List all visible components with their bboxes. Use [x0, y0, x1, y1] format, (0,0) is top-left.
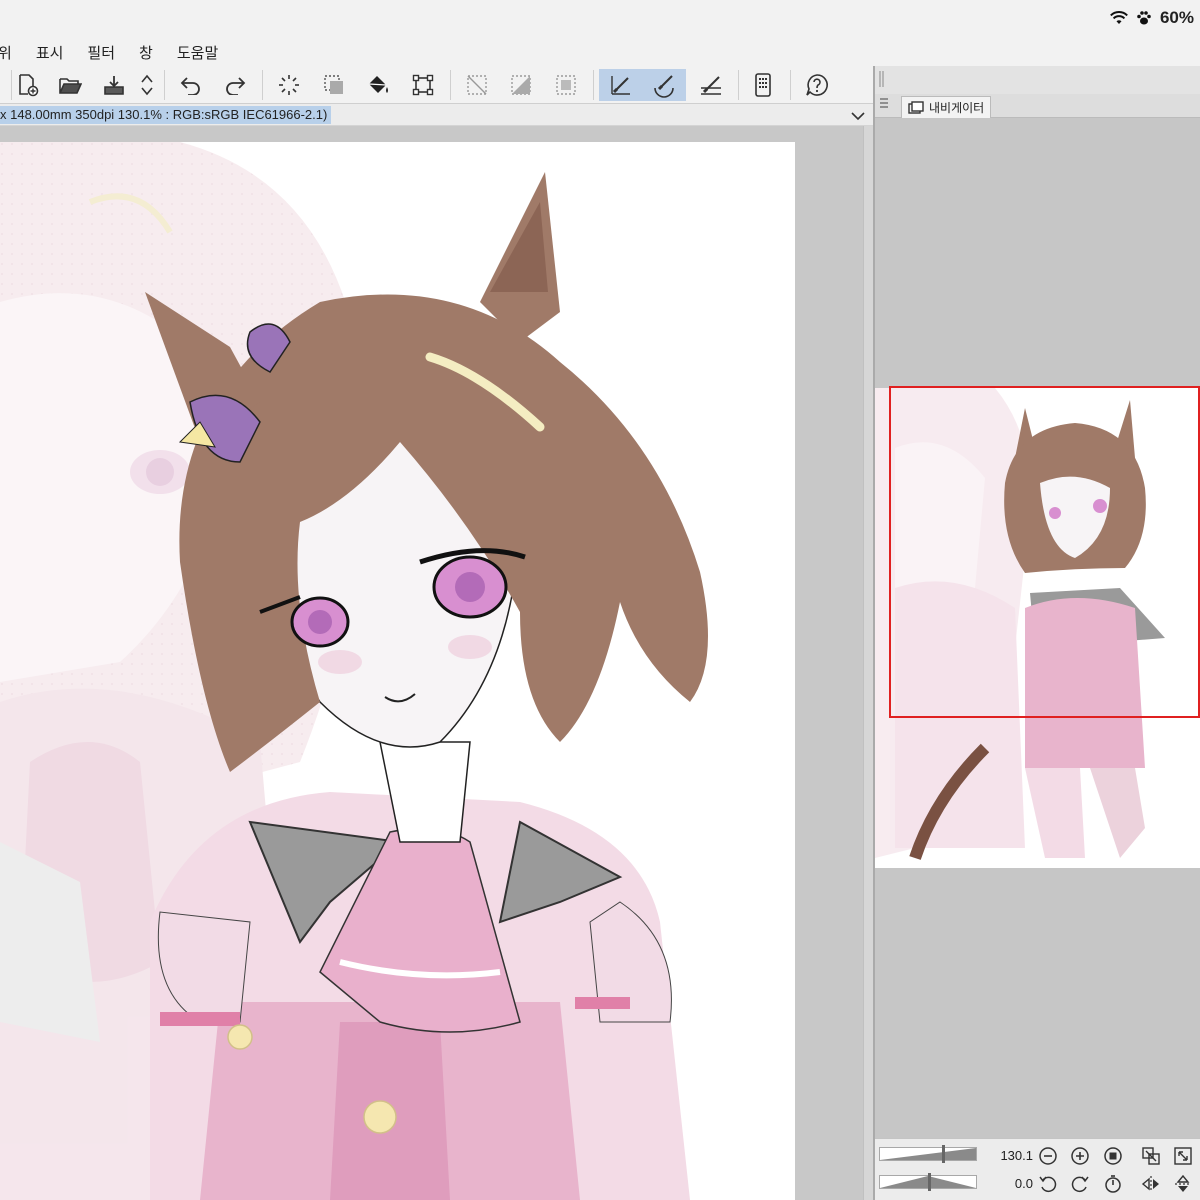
illustration: [0, 142, 708, 1200]
navigator-panel: [875, 118, 1200, 1138]
menu-bar: 위 표시 필터 창 도움말: [0, 38, 1200, 66]
smartphone-button[interactable]: [746, 69, 780, 101]
zoom-value[interactable]: 130.1: [999, 1148, 1033, 1163]
redo-button[interactable]: [218, 69, 252, 101]
snap-to-perspective-button[interactable]: [694, 69, 728, 101]
toolbar-separator: [164, 70, 165, 100]
zoom-in-button[interactable]: [1069, 1145, 1091, 1167]
open-folder-icon: [59, 78, 82, 94]
scroll-arrows-button[interactable]: [130, 69, 164, 101]
document-info-bar: x 148.00mm 350dpi 130.1% : RGB:sRGB IEC6…: [0, 104, 873, 126]
save-button[interactable]: [97, 69, 131, 101]
deselect-icon: [279, 75, 299, 95]
scroll-arrows-icon: [141, 74, 153, 96]
undo-icon: [180, 77, 200, 95]
fill-selection-button[interactable]: [549, 69, 583, 101]
grip-icon[interactable]: [879, 70, 885, 93]
chevron-down-icon[interactable]: [851, 108, 865, 126]
select-area-button[interactable]: [317, 69, 351, 101]
zoom-in-icon: [1071, 1147, 1089, 1165]
rotate-right-icon: [1071, 1176, 1089, 1193]
menu-item-layer[interactable]: 위: [0, 42, 12, 63]
navigator-icon: [908, 100, 924, 114]
actual-size-button[interactable]: [1102, 1145, 1124, 1167]
zoom-out-icon: [1039, 1147, 1057, 1165]
deselect-button[interactable]: [272, 69, 306, 101]
reset-rotation-icon: [1105, 1175, 1121, 1193]
expand-diagonal-icon: [1174, 1147, 1192, 1165]
menu-item-filter[interactable]: 필터: [87, 42, 115, 63]
panel-dock-header: [875, 66, 1200, 94]
redo-icon: [226, 77, 246, 95]
save-icon: [104, 76, 124, 95]
menu-item-window[interactable]: 창: [139, 42, 153, 63]
perspective-snap-icon: [701, 76, 721, 95]
snap-to-brush-button[interactable]: [642, 69, 686, 101]
tab-navigator-label: 내비게이터: [929, 101, 985, 115]
transform-button[interactable]: [406, 69, 440, 101]
navigator-tab-bar: 내비게이터: [875, 94, 1200, 118]
new-file-icon: [19, 74, 39, 97]
zoom-slider-track: [880, 1148, 976, 1160]
document-info-text: x 148.00mm 350dpi 130.1% : RGB:sRGB IEC6…: [0, 106, 332, 124]
navigator-viewport-frame[interactable]: [889, 386, 1200, 718]
artboard[interactable]: [0, 142, 795, 1200]
zoom-out-button[interactable]: [1037, 1145, 1059, 1167]
status-indicators: 60%: [1110, 8, 1194, 28]
toolbar-separator: [450, 70, 451, 100]
rotation-slider[interactable]: [879, 1173, 977, 1191]
toolbar-separator: [262, 70, 263, 100]
zoom-slider-thumb[interactable]: [942, 1145, 945, 1163]
rotate-left-icon: [1039, 1176, 1057, 1193]
clear-icon: [511, 75, 531, 95]
zoom-slider[interactable]: [879, 1145, 977, 1163]
flip-vertical-icon: [1175, 1174, 1191, 1192]
transform-icon: [412, 74, 434, 96]
toolbar-separator: [593, 70, 594, 100]
fit-width-button[interactable]: [1172, 1145, 1194, 1167]
help-icon: [806, 74, 828, 96]
tab-navigator[interactable]: 내비게이터: [901, 96, 992, 118]
rotate-left-button[interactable]: [1037, 1173, 1059, 1195]
select-icon: [324, 75, 343, 94]
navigator-controls: 130.1 0.0: [875, 1138, 1200, 1200]
new-file-button[interactable]: [11, 69, 45, 101]
wifi-icon: [1110, 11, 1128, 25]
toolbar-separator: [790, 70, 791, 100]
snap-to-ruler-button[interactable]: [599, 69, 642, 101]
brush-snap-icon: [654, 75, 674, 98]
smartphone-icon: [755, 73, 771, 97]
rotation-slider-thumb[interactable]: [928, 1173, 931, 1191]
undo-button[interactable]: [174, 69, 208, 101]
reset-rotation-button[interactable]: [1102, 1173, 1124, 1195]
fit-to-window-button[interactable]: [1140, 1145, 1162, 1167]
flip-horizontal-button[interactable]: [1140, 1173, 1162, 1195]
open-file-button[interactable]: [53, 69, 87, 101]
fill-button[interactable]: [361, 69, 395, 101]
flip-horizontal-icon: [1141, 1176, 1159, 1192]
battery-percent: 60%: [1159, 8, 1194, 27]
hide-selection-icon: [467, 75, 487, 95]
hide-selection-button[interactable]: [460, 69, 494, 101]
paw-icon: [1136, 10, 1152, 26]
status-bar: 60%: [0, 0, 1200, 38]
rotation-value[interactable]: 0.0: [999, 1176, 1033, 1191]
canvas-vertical-scrollbar[interactable]: [863, 126, 873, 1200]
fill-selection-icon: [556, 75, 576, 95]
menu-item-help[interactable]: 도움말: [177, 42, 218, 63]
flip-vertical-button[interactable]: [1172, 1173, 1194, 1195]
fill-icon: [368, 76, 388, 93]
clear-button[interactable]: [504, 69, 538, 101]
fit-window-icon: [1142, 1147, 1160, 1165]
menu-item-view[interactable]: 표시: [36, 42, 64, 63]
canvas-area[interactable]: [0, 126, 873, 1200]
panel-menu-icon[interactable]: [879, 97, 889, 116]
rotate-right-button[interactable]: [1069, 1173, 1091, 1195]
help-button[interactable]: [800, 69, 834, 101]
stop-icon: [1104, 1147, 1122, 1165]
toolbar-separator: [738, 70, 739, 100]
command-bar: [0, 66, 873, 104]
ruler-snap-icon: [610, 76, 630, 95]
